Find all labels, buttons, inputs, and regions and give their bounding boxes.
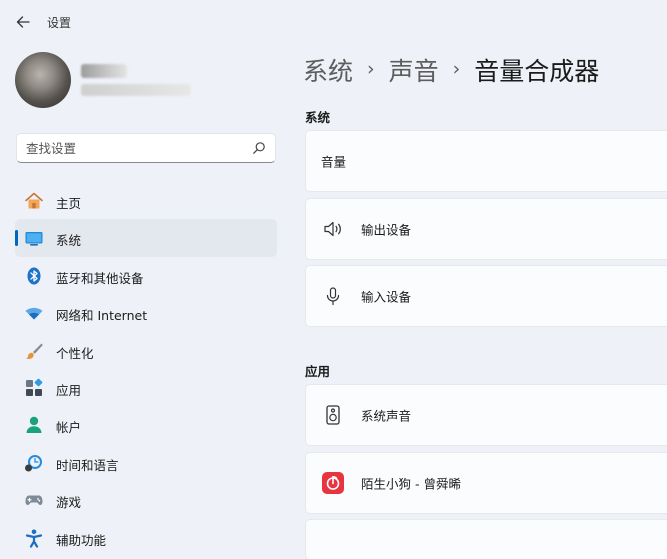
apps-icon	[23, 377, 45, 399]
app-volume-row[interactable]: 陌生小狗 - 曾舜晞	[305, 452, 667, 514]
app-name: 陌生小狗 - 曾舜晞	[361, 476, 461, 492]
app-volume-row[interactable]: 系统声音	[305, 384, 667, 446]
account-icon	[23, 414, 45, 436]
sidebar-item-label: 应用	[56, 382, 82, 398]
back-arrow-icon	[16, 16, 30, 28]
bluetooth-icon	[23, 265, 45, 287]
home-icon	[23, 190, 45, 212]
sidebar-nav: 主页 系统 蓝牙和其他设备 网络和 Internet 个性化 应用 帐户 时间和…	[15, 182, 277, 556]
sidebar-item-label: 时间和语言	[56, 457, 119, 473]
sidebar-item-label: 网络和 Internet	[56, 308, 148, 324]
microphone-icon	[320, 283, 346, 309]
system-display-icon	[23, 227, 45, 249]
sidebar-item-label: 辅助功能	[56, 532, 107, 548]
user-email-redacted	[81, 84, 191, 96]
sidebar-item-label: 帐户	[56, 420, 82, 436]
paintbrush-icon	[23, 340, 45, 362]
title-bar: 设置	[0, 0, 667, 44]
search-input[interactable]	[26, 140, 246, 156]
sidebar-item-personalization[interactable]: 个性化	[15, 332, 277, 369]
section-title-apps: 应用	[305, 364, 331, 379]
sidebar-item-label: 个性化	[56, 345, 94, 361]
app-volume-row[interactable]	[305, 519, 667, 559]
gamepad-icon	[23, 489, 45, 511]
sidebar-item-home[interactable]: 主页	[15, 182, 277, 219]
section-title-system: 系统	[305, 110, 331, 125]
sidebar-item-gaming[interactable]: 游戏	[15, 481, 277, 518]
sidebar-item-bluetooth[interactable]: 蓝牙和其他设备	[15, 257, 277, 294]
output-device-card[interactable]: 输出设备	[305, 198, 667, 260]
input-device-label: 输入设备	[361, 289, 412, 305]
accessibility-icon	[23, 527, 45, 549]
breadcrumb: 系统 › 声音 › 音量合成器	[303, 50, 599, 90]
time-language-icon	[23, 452, 45, 474]
sidebar-item-network[interactable]: 网络和 Internet	[15, 294, 277, 331]
sidebar-item-label: 主页	[56, 196, 82, 211]
breadcrumb-item-sound[interactable]: 声音	[389, 52, 439, 88]
chevron-right-icon: ›	[367, 58, 375, 80]
breadcrumb-item-system[interactable]: 系统	[303, 52, 353, 88]
page-title: 音量合成器	[474, 57, 600, 86]
search-icon[interactable]	[252, 141, 266, 155]
volume-card[interactable]: 音量	[305, 130, 667, 192]
input-device-card[interactable]: 输入设备	[305, 265, 667, 327]
netease-music-icon	[320, 470, 346, 496]
app-name: 系统声音	[361, 408, 412, 424]
search-box[interactable]	[16, 133, 276, 163]
sidebar-item-label: 游戏	[56, 495, 82, 511]
avatar[interactable]	[15, 52, 71, 108]
wifi-icon	[23, 302, 45, 324]
sidebar-item-label: 系统	[56, 233, 82, 249]
sidebar-item-label: 蓝牙和其他设备	[56, 270, 144, 286]
speaker-icon	[320, 216, 346, 242]
window-title: 设置	[47, 16, 72, 30]
sidebar-item-time-language[interactable]: 时间和语言	[15, 444, 277, 481]
sidebar-item-accessibility[interactable]: 辅助功能	[15, 519, 277, 556]
sidebar-item-accounts[interactable]: 帐户	[15, 406, 277, 443]
sidebar-item-system[interactable]: 系统	[15, 219, 277, 257]
output-device-label: 输出设备	[361, 222, 412, 238]
speaker-box-icon	[320, 402, 346, 428]
back-button[interactable]	[12, 11, 34, 33]
volume-label: 音量	[321, 154, 347, 170]
sidebar-item-apps[interactable]: 应用	[15, 369, 277, 406]
chevron-right-icon: ›	[452, 58, 461, 80]
user-name-redacted	[81, 64, 127, 78]
active-indicator	[15, 230, 18, 247]
